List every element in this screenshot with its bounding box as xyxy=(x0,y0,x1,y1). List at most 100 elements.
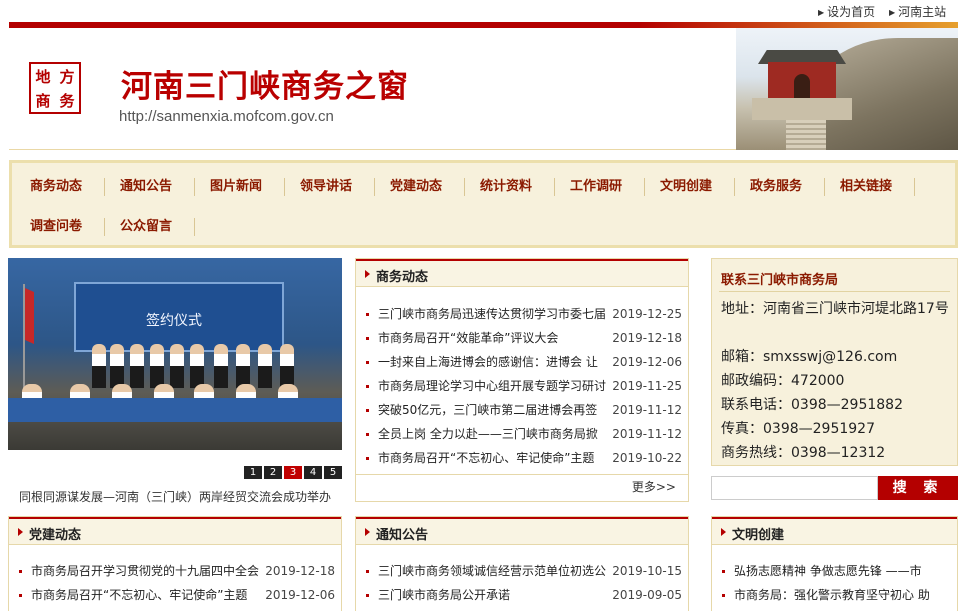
news-item-title[interactable]: 市商务局召开“效能革命”评议大会 xyxy=(378,326,608,350)
nav-item[interactable]: 相关链接 xyxy=(840,177,892,197)
notices-panel: 通知公告 三门峡市商务领域诚信经营示范单位初选公 2019-10-15 三门峡市商务… xyxy=(355,516,689,611)
more-link[interactable]: 更多>> xyxy=(632,478,676,495)
civilization-list: 弘扬志愿精神 争做志愿先锋 ——市 市商务局：强化警示教育坚守初心 助 xyxy=(722,559,951,607)
news-item-date: 2019-12-25 xyxy=(612,307,682,321)
contact-hotline: 商务热线：0398—12312 xyxy=(721,445,886,461)
nav-item[interactable]: 工作调研 xyxy=(570,177,622,197)
person-figure xyxy=(258,344,272,388)
news-item[interactable]: 三门峡市商务局迅速传达贯彻学习市委七届 2019-12-25 xyxy=(366,302,682,326)
person-figure xyxy=(214,344,228,388)
news-item-date: 2019-11-25 xyxy=(612,379,682,393)
business-news-panel: 商务动态 三门峡市商务局迅速传达贯彻学习市委七届 2019-12-25 市商务局召开… xyxy=(355,258,689,502)
nav-divider xyxy=(734,178,735,196)
news-item-title[interactable]: 全员上岗 全力以赴——三门峡市商务局掀 xyxy=(378,422,608,446)
news-item-title[interactable]: 市商务局召开“不忘初心、牢记使命”主题 xyxy=(378,446,608,470)
nav-item[interactable]: 图片新闻 xyxy=(210,177,262,197)
news-item-title[interactable]: 突破50亿元，三门峡市第二届进博会再签 xyxy=(378,398,608,422)
person-figure xyxy=(170,344,184,388)
news-item-title[interactable]: 三门峡市商务领域诚信经营示范单位初选公 xyxy=(378,559,608,583)
nav-divider xyxy=(194,218,195,236)
nav-divider xyxy=(554,178,555,196)
news-item[interactable]: 突破50亿元，三门峡市第二届进博会再签 2019-11-12 xyxy=(366,398,682,422)
news-item[interactable]: 市商务局召开“不忘初心、牢记使命”主题 2019-12-06 xyxy=(19,583,335,607)
news-item[interactable]: 弘扬志愿精神 争做志愿先锋 ——市 xyxy=(722,559,951,583)
news-item-title[interactable]: 市商务局召开“不忘初心、牢记使命”主题 xyxy=(31,583,261,607)
panel-title[interactable]: 党建动态 xyxy=(29,524,81,543)
nav-item[interactable]: 领导讲话 xyxy=(300,177,352,197)
news-item-title[interactable]: 弘扬志愿精神 争做志愿先锋 ——市 xyxy=(734,559,948,583)
nav-item[interactable]: 调查问卷 xyxy=(30,217,82,237)
news-item[interactable]: 市商务局召开学习贯彻党的十九届四中全会 2019-12-18 xyxy=(19,559,335,583)
news-item-title[interactable]: 市商务局：强化警示教育坚守初心 助 xyxy=(734,583,948,607)
news-item-title[interactable]: 市商务局理论学习中心组开展专题学习研讨 xyxy=(378,374,608,398)
news-item[interactable]: 市商务局召开“不忘初心、牢记使命”主题 2019-10-22 xyxy=(366,446,682,470)
news-item-date: 2019-12-06 xyxy=(265,588,335,602)
news-item[interactable]: 市商务局：强化警示教育坚守初心 助 xyxy=(722,583,951,607)
panel-title[interactable]: 文明创建 xyxy=(732,524,784,543)
carousel-page-button[interactable]: 5 xyxy=(324,466,342,479)
contact-title: 联系三门峡市商务局 xyxy=(721,273,839,288)
set-home-link[interactable]: ▶ 设为首页 xyxy=(818,3,875,20)
news-item[interactable]: 三门峡市商务局公开承诺 2019-09-05 xyxy=(366,583,682,607)
site-title: 河南三门峡商务之窗 xyxy=(121,69,409,105)
carousel-page-button[interactable]: 3 xyxy=(284,466,302,479)
site-url: http://sanmenxia.mofcom.gov.cn xyxy=(119,108,334,125)
contact-fax: 传真：0398—2951927 xyxy=(721,421,875,437)
nav-divider xyxy=(104,178,105,196)
triangle-right-icon: ▶ xyxy=(818,8,825,17)
carousel-pagination: 12345 xyxy=(244,466,342,479)
person-figure xyxy=(190,344,204,388)
nav-divider xyxy=(194,178,195,196)
person-figure xyxy=(280,344,294,388)
news-item-date: 2019-11-12 xyxy=(612,403,682,417)
carousel-caption[interactable]: 同根同源谋发展—河南（三门峡）两岸经贸交流会成功举办 xyxy=(19,488,331,505)
triangle-right-icon xyxy=(18,528,23,536)
henan-main-link[interactable]: ▶ 河南主站 xyxy=(889,3,946,20)
news-item[interactable]: 市商务局理论学习中心组开展专题学习研讨 2019-11-25 xyxy=(366,374,682,398)
contact-email: 邮箱：smxsswj@126.com xyxy=(721,349,898,365)
photo-news-carousel[interactable]: 签约仪式 xyxy=(8,258,342,450)
site-logo-seal: 地 方 商 务 xyxy=(29,62,81,114)
top-links-bar: ▶ 设为首页 ▶ 河南主站 xyxy=(0,0,966,22)
nav-item[interactable]: 文明创建 xyxy=(660,177,712,197)
news-item[interactable]: 一封来自上海进博会的感谢信：进博会 让 2019-12-06 xyxy=(366,350,682,374)
business-news-list: 三门峡市商务局迅速传达贯彻学习市委七届 2019-12-25 市商务局召开“效能革命… xyxy=(366,302,682,470)
triangle-right-icon xyxy=(365,528,370,536)
news-item-title[interactable]: 一封来自上海进博会的感谢信：进博会 让 xyxy=(378,350,608,374)
carousel-page-button[interactable]: 1 xyxy=(244,466,262,479)
news-item-title[interactable]: 市商务局召开学习贯彻党的十九届四中全会 xyxy=(31,559,261,583)
carousel-page-button[interactable]: 4 xyxy=(304,466,322,479)
news-item[interactable]: 全员上岗 全力以赴——三门峡市商务局掀 2019-11-12 xyxy=(366,422,682,446)
nav-item[interactable]: 通知公告 xyxy=(120,177,172,197)
nav-item[interactable]: 统计资料 xyxy=(480,177,532,197)
person-figure xyxy=(130,344,144,388)
nav-item[interactable]: 政务服务 xyxy=(750,177,802,197)
person-figure xyxy=(92,344,106,388)
nav-item[interactable]: 商务动态 xyxy=(30,177,82,197)
triangle-right-icon: ▶ xyxy=(889,8,896,17)
news-item-title[interactable]: 三门峡市商务局公开承诺 xyxy=(378,583,608,607)
party-news-list: 市商务局召开学习贯彻党的十九届四中全会 2019-12-18 市商务局召开“不忘初心… xyxy=(19,559,335,607)
party-news-panel: 党建动态 市商务局召开学习贯彻党的十九届四中全会 2019-12-18 市商务局召开… xyxy=(8,516,342,611)
news-item[interactable]: 市商务局召开“效能革命”评议大会 2019-12-18 xyxy=(366,326,682,350)
main-nav: 商务动态 通知公告 图片新闻 领导讲话 党建动态 统计资料 工作调研 文明创建 政务服务 相关链接… xyxy=(9,160,958,248)
search-button[interactable]: 搜 索 xyxy=(878,476,958,500)
contact-postcode: 邮政编码：472000 xyxy=(721,373,845,389)
nav-item[interactable]: 公众留言 xyxy=(120,217,172,237)
news-item[interactable]: 三门峡市商务领域诚信经营示范单位初选公 2019-10-15 xyxy=(366,559,682,583)
panel-title[interactable]: 通知公告 xyxy=(376,524,428,543)
nav-divider xyxy=(104,218,105,236)
news-item-title[interactable]: 三门峡市商务局迅速传达贯彻学习市委七届 xyxy=(378,302,608,326)
news-item-date: 2019-12-06 xyxy=(612,355,682,369)
nav-divider xyxy=(374,178,375,196)
search-input[interactable] xyxy=(711,476,878,500)
panel-title[interactable]: 商务动态 xyxy=(376,266,428,285)
carousel-page-button[interactable]: 2 xyxy=(264,466,282,479)
temple-banner-image xyxy=(736,28,958,150)
contact-panel: 联系三门峡市商务局 地址：河南省三门峡市河堤北路17号 邮箱：smxsswj@1… xyxy=(711,258,958,466)
nav-item[interactable]: 党建动态 xyxy=(390,177,442,197)
nav-divider xyxy=(464,178,465,196)
nav-divider xyxy=(644,178,645,196)
person-figure xyxy=(236,344,250,388)
news-item-date: 2019-12-18 xyxy=(265,564,335,578)
